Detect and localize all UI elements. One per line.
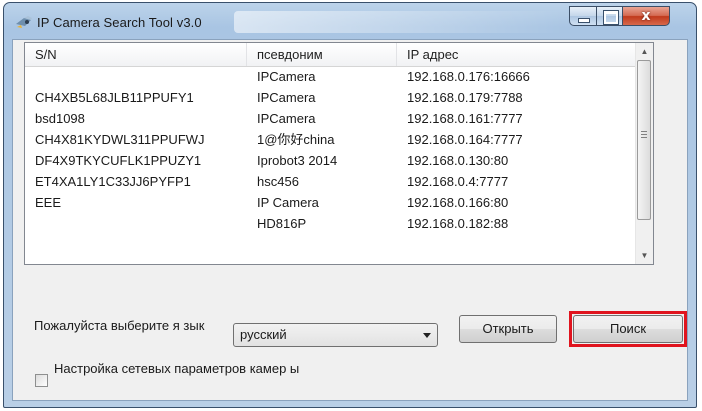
scrollbar-thumb[interactable] — [637, 60, 651, 220]
vertical-scrollbar[interactable]: ▲ ▼ — [635, 43, 653, 264]
cell-alias: hsc456 — [257, 174, 299, 189]
cell-ip: 192.168.0.176:16666 — [407, 69, 530, 84]
scroll-down-icon[interactable]: ▼ — [636, 247, 653, 264]
table-row[interactable]: bsd1098 IPCamera 192.168.0.161:7777 — [25, 109, 637, 129]
cell-sn: EEE — [35, 195, 62, 210]
cell-ip: 192.168.0.4:7777 — [407, 174, 509, 189]
cell-alias: IPCamera — [257, 90, 316, 105]
cell-sn: ET4XA1LY1C33JJ6PYFP1 — [35, 174, 191, 189]
camera-app-icon — [16, 16, 32, 28]
camera-list[interactable]: S/N псевдоним IP адрес IPCamera 192.168.… — [24, 42, 654, 265]
network-settings-checkbox[interactable] — [35, 374, 48, 387]
table-row[interactable]: DF4X9TKYCUFLK1PPUZY1 Iprobot3 2014 192.1… — [25, 151, 637, 171]
maximize-button[interactable] — [596, 6, 623, 26]
column-header-sn[interactable]: S/N — [25, 43, 247, 66]
language-label: Пожалуйста выберите я зык — [34, 318, 205, 333]
list-header: S/N псевдоним IP адрес — [25, 43, 637, 67]
table-row[interactable]: ET4XA1LY1C33JJ6PYFP1 hsc456 192.168.0.4:… — [25, 172, 637, 192]
minimize-button[interactable] — [569, 6, 597, 26]
cell-alias: Iprobot3 2014 — [257, 153, 338, 168]
language-select[interactable]: русский — [233, 323, 438, 347]
cell-ip: 192.168.0.182:88 — [407, 216, 509, 231]
cell-alias: IPCamera — [257, 69, 316, 84]
network-settings-label: Настройка сетевых параметров камер ы — [54, 361, 300, 376]
cell-ip: 192.168.0.179:7788 — [407, 90, 523, 105]
cell-sn — [25, 214, 35, 234]
table-row[interactable]: EEE IP Camera 192.168.0.166:80 — [25, 193, 637, 213]
cell-alias: IP Camera — [257, 195, 319, 210]
cell-ip: 192.168.0.166:80 — [407, 195, 509, 210]
scroll-up-icon[interactable]: ▲ — [636, 43, 653, 60]
title-bar[interactable]: IP Camera Search Tool v3.0 x — [4, 3, 696, 39]
cell-alias: 1@你好china — [257, 132, 335, 147]
chevron-down-icon — [423, 333, 431, 338]
cell-sn — [25, 67, 35, 87]
cell-sn: CH4XB5L68JLB11PPUFY1 — [35, 90, 194, 105]
cell-alias: IPCamera — [257, 111, 316, 126]
cell-alias: HD816P — [257, 216, 307, 231]
table-row[interactable]: IPCamera 192.168.0.176:16666 — [25, 67, 637, 87]
title-bar-glare — [234, 11, 564, 33]
column-header-ip[interactable]: IP адрес — [397, 43, 637, 66]
cell-ip: 192.168.0.130:80 — [407, 153, 509, 168]
table-row[interactable]: CH4XB5L68JLB11PPUFY1 IPCamera 192.168.0.… — [25, 88, 637, 108]
open-button[interactable]: Открыть — [459, 315, 557, 343]
search-button[interactable]: Поиск — [573, 315, 683, 343]
grip-icon — [641, 131, 647, 138]
close-icon: x — [641, 8, 651, 24]
cell-sn: CH4X81KYDWL311PPUFWJ — [35, 132, 205, 147]
table-row[interactable]: HD816P 192.168.0.182:88 — [25, 214, 637, 234]
window-title: IP Camera Search Tool v3.0 — [37, 15, 202, 30]
column-header-alias[interactable]: псевдоним — [247, 43, 397, 66]
language-selected-value: русский — [240, 327, 287, 342]
table-row[interactable]: CH4X81KYDWL311PPUFWJ 1@你好china 192.168.0… — [25, 130, 637, 150]
cell-ip: 192.168.0.161:7777 — [407, 111, 523, 126]
close-button[interactable]: x — [622, 6, 670, 26]
cell-ip: 192.168.0.164:7777 — [407, 132, 523, 147]
cell-sn: bsd1098 — [35, 111, 85, 126]
cell-sn: DF4X9TKYCUFLK1PPUZY1 — [35, 153, 202, 168]
